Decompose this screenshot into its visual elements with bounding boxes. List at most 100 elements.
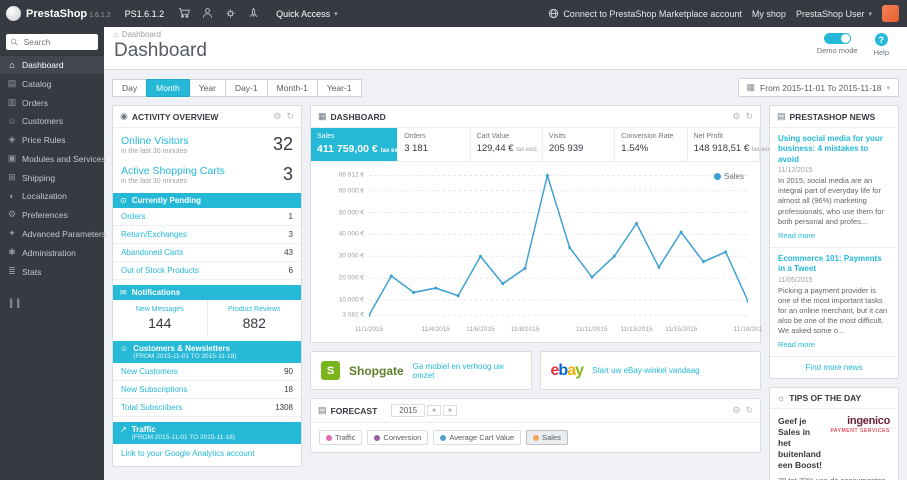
kpi-box[interactable]: Sales 411 759,00 € tax excl. [311, 128, 404, 161]
panel-refresh-icon[interactable]: ↻ [745, 405, 753, 416]
chart-plot-area: 66 912 € 60 000 € 50 000 € 40 000 € 30 000 €… [339, 172, 748, 322]
date-filter-button[interactable]: Day [112, 78, 148, 97]
sidebar-item[interactable]: ✦ Advanced Parameters [0, 224, 106, 243]
help-icon[interactable]: ? [874, 33, 888, 46]
sidebar-item[interactable]: ⌂ Dashboard [0, 56, 104, 74]
notification-cell[interactable]: Product Reviews 882 [206, 300, 302, 336]
pending-row-label[interactable]: Abandoned Carts [121, 248, 183, 257]
panel-settings-icon[interactable]: ⚙ [273, 111, 281, 122]
shopgate-link[interactable]: Ga mobiel en verhoog uw omzet [413, 362, 521, 380]
date-filter-button[interactable]: Year-1 [316, 78, 362, 97]
x-tick-label: 11/18/201 [733, 326, 763, 333]
forecast-legend-button[interactable]: Average Cart Value [433, 430, 522, 445]
read-more-link[interactable]: Read more [778, 340, 815, 349]
prestashop-logo[interactable]: PrestaShop 1.6.1.2 [6, 6, 111, 21]
panel-refresh-icon[interactable]: ↻ [745, 111, 753, 122]
ebay-link[interactable]: Start uw eBay-winkel vandaag [592, 366, 700, 375]
date-range-picker[interactable]: ▦ From 2015-11-01 To 2015-11-18 ▾ [737, 78, 899, 97]
date-filter-button[interactable]: Month-1 [266, 78, 318, 97]
forecast-next-button[interactable]: » [442, 405, 457, 416]
customers-icon[interactable] [201, 7, 214, 20]
kpi-box[interactable]: Net Profit 148 918,51 € tax excl. [688, 128, 774, 161]
notification-cell[interactable]: New Messages 144 [113, 300, 207, 336]
live-stat-label[interactable]: Active Shopping Carts [121, 165, 225, 177]
panel-settings-icon[interactable]: ⚙ [732, 111, 740, 122]
find-more-news-link[interactable]: Find more news [770, 357, 898, 378]
forecast-prev-button[interactable]: « [427, 405, 441, 416]
forecast-legend-button[interactable]: Traffic [319, 430, 363, 445]
shopgate-ad[interactable]: S Shopgate Ga mobiel en verhoog uw omzet [310, 351, 532, 390]
customers-row-label[interactable]: New Customers [121, 367, 178, 376]
kpi-box[interactable]: Conversion Rate 1.54% [615, 128, 688, 161]
pending-row: Orders 1 [113, 208, 301, 226]
user-avatar[interactable] [882, 5, 899, 22]
kpi-box[interactable]: Orders 3 181 [398, 128, 471, 161]
news-article-link[interactable]: Using social media for your business: 4 … [778, 134, 890, 165]
page-header: ⌂ Dashboard Dashboard Demo mode ? Help [104, 27, 907, 70]
sidebar-item[interactable]: ⊞ Shipping [0, 168, 104, 187]
kpi-label: Conversion Rate [621, 133, 674, 140]
sidebar-item[interactable]: ◐ Localization [0, 187, 104, 205]
forecast-legend-button[interactable]: Sales [526, 430, 568, 445]
services-gear-icon[interactable] [224, 7, 237, 20]
sidebar-item-label: Orders [22, 97, 48, 108]
pending-row-label[interactable]: Orders [121, 212, 145, 221]
demo-mode-toggle[interactable] [823, 33, 851, 44]
sidebar-item[interactable]: ▣ Modules and Services [0, 149, 106, 168]
breadcrumb-home-icon: ⌂ [114, 30, 119, 39]
customers-row-label[interactable]: New Subscriptions [121, 385, 187, 394]
live-stat-value: 3 [282, 164, 293, 184]
dashboard-panel-title: DASHBOARD [330, 111, 386, 122]
ebay-ad[interactable]: ebay Start uw eBay-winkel vandaag [539, 351, 761, 390]
kpi-box[interactable]: Cart Value 129,44 € tax excl. [471, 128, 543, 161]
forecast-legend-button[interactable]: Conversion [367, 430, 429, 445]
read-more-link[interactable]: Read more [778, 231, 815, 240]
search-input[interactable] [21, 36, 94, 48]
my-shop-link[interactable]: My shop [752, 9, 786, 19]
panel-refresh-icon[interactable]: ↻ [286, 111, 294, 122]
google-analytics-link[interactable]: Link to your Google Analytics account [113, 444, 301, 466]
panel-settings-icon[interactable]: ⚙ [732, 405, 740, 416]
customers-row-label[interactable]: Total Subscribers [121, 403, 182, 412]
date-filter-button[interactable]: Month [146, 78, 190, 97]
sidebar-item-icon: ▥ [7, 97, 17, 107]
live-stat-row: Active Shopping Carts in the last 30 min… [113, 158, 301, 188]
cart-icon[interactable] [178, 7, 191, 20]
kpi-box[interactable]: Visits 205 939 [543, 128, 616, 161]
kpi-label: Net Profit [693, 133, 723, 140]
sidebar-collapse-button[interactable]: ▍▍ [0, 293, 104, 314]
kpi-value: 1.54% [621, 143, 649, 154]
notification-value: 882 [242, 315, 266, 331]
news-article: Ecommerce 101: Payments in a Tweet 11/05… [770, 248, 898, 358]
sidebar: ⌂ Dashboard ▤ Catalog ▥ Orders ☺ Custome… [0, 27, 106, 480]
quick-access-menu[interactable]: Quick Access ▾ [270, 9, 344, 19]
marketplace-link[interactable]: Connect to PrestaShop Marketplace accoun… [548, 8, 742, 19]
news-article-link[interactable]: Ecommerce 101: Payments in a Tweet [778, 254, 890, 275]
sidebar-item[interactable]: ✱ Administration [0, 243, 104, 262]
chevron-down-icon: ▾ [886, 84, 890, 92]
live-stat-label[interactable]: Online Visitors [121, 135, 189, 147]
rocket-icon[interactable] [247, 7, 260, 20]
sidebar-search[interactable] [6, 34, 98, 50]
sidebar-item[interactable]: ≣ Stats [0, 262, 104, 281]
shop-name: PS1.6.1.2 [124, 8, 165, 19]
sidebar-item-icon: ⌂ [9, 60, 15, 70]
date-filter-button[interactable]: Day-1 [224, 78, 268, 97]
y-tick-label: 60 000 € [338, 187, 364, 195]
dashboard-grid-icon: ▦ [318, 111, 327, 121]
kpi-value: 129,44 € tax excl. [476, 143, 539, 154]
ebay-logo-letter: a [567, 361, 576, 379]
breadcrumb[interactable]: ⌂ Dashboard [114, 30, 207, 39]
forecast-year-control: 2015 « » [391, 404, 457, 417]
user-menu[interactable]: PrestaShop User ▾ [796, 9, 872, 19]
pending-row-label[interactable]: Out of Stock Products [121, 266, 199, 275]
live-stat-row: Online Visitors in the last 30 minutes 3… [113, 128, 301, 158]
sidebar-item[interactable]: ⚙ Preferences [0, 205, 104, 224]
pending-row-label[interactable]: Return/Exchanges [121, 230, 187, 239]
sidebar-item[interactable]: ▥ Orders [0, 93, 104, 112]
date-filter-button[interactable]: Year [188, 78, 226, 97]
sidebar-item[interactable]: ▤ Catalog [0, 74, 104, 93]
sidebar-item[interactable]: ☺ Customers [0, 112, 104, 130]
chart-x-axis: 11/1/2015 11/4/2015 11/6/2015 11/8/2015 11/1… [355, 326, 762, 338]
sidebar-item[interactable]: ◈ Price Rules [0, 130, 104, 149]
